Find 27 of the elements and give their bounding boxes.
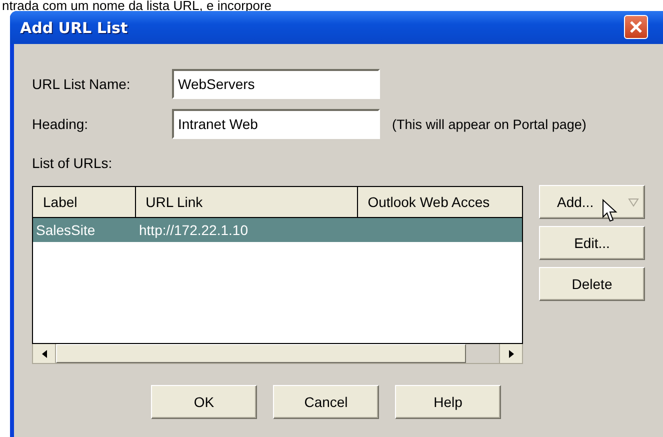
name-field[interactable]: WebServers [172,69,380,99]
scrollbar-thumb[interactable] [56,344,466,363]
right-arrow-icon [508,350,514,358]
column-header[interactable]: Outlook Web Acces [358,187,522,217]
table-row[interactable]: SalesSite http://172.22.1.10 [33,218,522,242]
column-header[interactable]: URL Link [136,187,358,217]
field-label: Heading: [32,116,90,132]
field-label: URL List Name: [32,76,132,92]
side-button[interactable]: Delete [539,267,645,301]
dialog-button[interactable]: OK [151,385,257,419]
left-arrow-icon [42,350,46,358]
table-cell-text: http://172.22.1.10 [138,222,249,238]
side-button[interactable]: Edit... [539,226,645,260]
dialog-button[interactable]: Cancel [273,385,379,419]
table-cell-text: SalesSite [35,222,96,238]
scrollbar[interactable] [32,344,523,364]
pointer-icon [602,199,619,223]
caption-text: ntrada com um nome da lista URL, e incorpore [1,0,273,11]
list-label: List of URLs: [32,155,114,171]
close-button[interactable] [624,15,648,39]
window-title: Add URL List [20,18,128,36]
heading-field[interactable]: Intranet Web [172,109,380,139]
column-header[interactable]: Label [33,187,136,217]
side-button[interactable]: Add... [539,185,645,219]
hint-text: (This will appear on Portal page) [392,116,586,132]
dialog-button[interactable]: Help [395,385,501,419]
close-icon[interactable] [629,20,643,34]
